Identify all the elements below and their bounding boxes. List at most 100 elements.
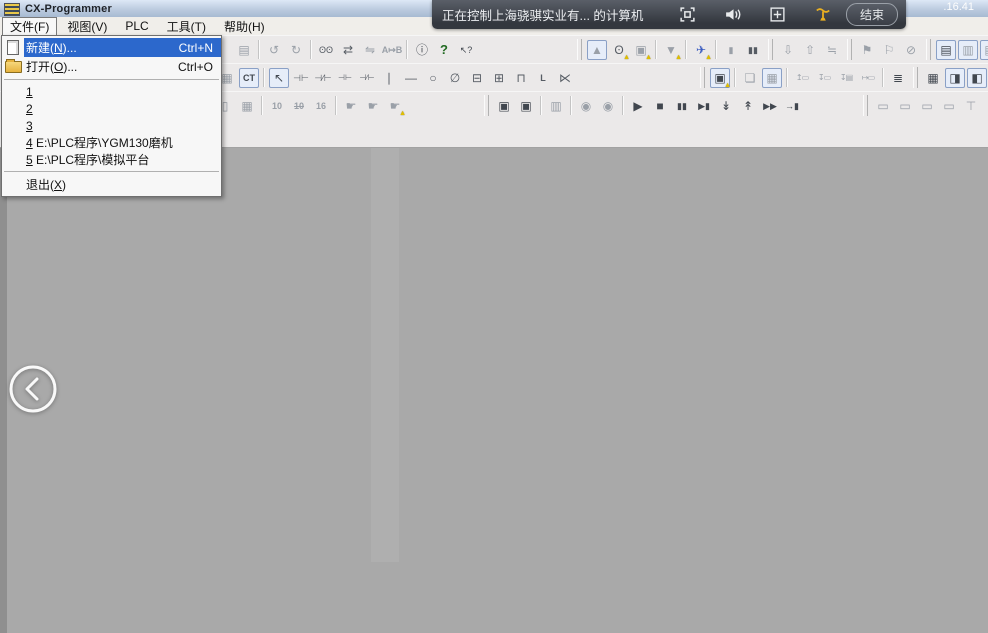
print-icon[interactable]: ▤ (234, 40, 254, 60)
transfer-to-plc-icon[interactable]: ⇩ (778, 40, 798, 60)
undo-icon[interactable]: ↺ (264, 40, 284, 60)
find-replace-icon[interactable]: ⇄ (338, 40, 358, 60)
toolbar-group: ▭▭▭▭⊤⊣ (859, 95, 988, 116)
menubar-item-tools[interactable]: 工具(T) (159, 17, 214, 36)
simulator-pause-icon[interactable]: ▮▮ (672, 96, 692, 116)
new-closed-instruction-icon[interactable]: ⊞ (489, 68, 509, 88)
sfc-element-6-icon[interactable]: ⊣ (983, 96, 988, 116)
menubar-item-view[interactable]: 视图(V) (59, 17, 115, 36)
symbol-table-icon[interactable]: ≣ (888, 68, 908, 88)
simulator-run-icon[interactable]: ▶ (628, 96, 648, 116)
find-icon[interactable]: ʘʘ (316, 40, 336, 60)
new-or-contact-icon[interactable]: ⊣⊢ (335, 68, 355, 88)
context-help-icon[interactable]: ↖? (456, 40, 476, 60)
toggle-output-window-icon[interactable]: ◨ (945, 68, 965, 88)
toggle-project-window-icon[interactable]: ▦ (923, 68, 943, 88)
continuous-step-icon[interactable]: ▶▶ (760, 96, 780, 116)
about-icon[interactable]: ⓘ (412, 40, 432, 60)
monitor-mode-icon[interactable]: ▮ (721, 40, 741, 60)
file-menu-item-exit[interactable]: 退出(X) (2, 175, 221, 194)
run-mode-icon[interactable]: ✈ (691, 40, 711, 60)
work-online-icon[interactable]: ▲ (587, 40, 607, 60)
monitor-decimal-icon[interactable]: 10 (267, 96, 287, 116)
new-instruction-icon[interactable]: ⊟ (467, 68, 487, 88)
transfer-icon[interactable] (769, 6, 787, 24)
toolbar-group: ▣ (696, 67, 731, 88)
force-cancel-icon[interactable]: ⊘ (901, 40, 921, 60)
transfer-from-plc-icon[interactable]: ⇧ (800, 40, 820, 60)
help-icon[interactable]: ? (434, 40, 454, 60)
delete-row-icon[interactable]: ↧▭ (814, 68, 834, 88)
auto-online-icon[interactable]: ʘ (609, 40, 629, 60)
plc-memory-icon[interactable]: ▥ (958, 40, 978, 60)
monitor-signed-decimal-icon[interactable]: 10 (289, 96, 309, 116)
pause-mode-icon[interactable]: ▮▮ (743, 40, 763, 60)
new-or-closed-contact-icon[interactable]: ⊣∕⊢ (357, 68, 377, 88)
new-vertical-line-icon[interactable]: ∣ (379, 68, 399, 88)
force-cancel-bits-icon[interactable]: ☛ (385, 96, 405, 116)
step-out-icon[interactable]: ↟ (738, 96, 758, 116)
speaker-icon[interactable] (724, 6, 742, 24)
redo-icon[interactable]: ↻ (286, 40, 306, 60)
file-menu-item-recent-2[interactable]: 2 (2, 100, 221, 117)
sfc-element-3-icon[interactable]: ▭ (917, 96, 937, 116)
view-diagram-icon[interactable]: CT (239, 68, 259, 88)
delete-rung-icon[interactable]: ↦▭ (858, 68, 878, 88)
replace-all-icon[interactable]: ⇋ (360, 40, 380, 60)
tools-icon[interactable] (814, 6, 832, 24)
simulator-stop-icon[interactable]: ■ (650, 96, 670, 116)
new-coil-icon[interactable]: ○ (423, 68, 443, 88)
transfer-program-icon[interactable]: ▣ (710, 68, 730, 88)
monitor-icon[interactable]: ▣ (631, 40, 651, 60)
menubar-item-plc[interactable]: PLC (117, 18, 156, 34)
new-closed-contact-icon[interactable]: ⊣∕⊢ (313, 68, 333, 88)
new-timer-counter-icon[interactable]: ⊓ (511, 68, 531, 88)
insert-rung-icon[interactable]: ↧▤ (836, 68, 856, 88)
sfc-element-5-icon[interactable]: ⊤ (961, 96, 981, 116)
sfc-element-4-icon[interactable]: ▭ (939, 96, 959, 116)
force-on-icon[interactable]: ⚑ (857, 40, 877, 60)
plc-settings-icon[interactable]: ▤ (980, 40, 988, 60)
compile-program-icon[interactable]: ❏ (740, 68, 760, 88)
rung-comment-view-icon[interactable]: ▦ (237, 96, 257, 116)
invert-selection-icon[interactable]: ⋉ (555, 68, 575, 88)
force-reset-bit-icon[interactable]: ☛ (363, 96, 383, 116)
io-table-icon[interactable]: ▤ (936, 40, 956, 60)
file-menu-item-recent-3[interactable]: 3 (2, 117, 221, 134)
memory-view-icon[interactable]: ▥ (546, 96, 566, 116)
new-branch-icon[interactable]: L (533, 68, 553, 88)
new-contact-icon[interactable]: ⊣⊢ (291, 68, 311, 88)
cross-reference-icon[interactable]: ▦ (762, 68, 782, 88)
menu-item-shortcut: Ctrl+N (179, 41, 213, 55)
file-menu-item-recent-1[interactable]: 1 (2, 83, 221, 100)
cycle-time-icon[interactable]: ◉ (576, 96, 596, 116)
file-menu-item-recent-5[interactable]: 5 E:\PLC程序\模拟平台 (2, 151, 221, 168)
new-closed-coil-icon[interactable]: ∅ (445, 68, 465, 88)
file-menu-item-recent-4[interactable]: 4 E:\PLC程序\YGM130磨机 (2, 134, 221, 151)
file-menu-item-new[interactable]: 新建(N)...Ctrl+N (2, 38, 221, 57)
step-in-icon[interactable]: ↡ (716, 96, 736, 116)
compare-with-plc-icon[interactable]: ≒ (822, 40, 842, 60)
watch-window-icon[interactable]: ▣ (494, 96, 514, 116)
differential-monitor-icon[interactable]: ◉ (598, 96, 618, 116)
force-set-bit-icon[interactable]: ☛ (341, 96, 361, 116)
fullscreen-icon[interactable] (679, 6, 697, 24)
back-button-overlay[interactable] (7, 363, 59, 415)
sfc-element-2-icon[interactable]: ▭ (895, 96, 915, 116)
select-tool-icon[interactable]: ↖ (269, 68, 289, 88)
watch-sheet-icon[interactable]: ▣ (516, 96, 536, 116)
file-menu-item-open[interactable]: 打开(O)...Ctrl+O (2, 57, 221, 76)
force-off-icon[interactable]: ⚐ (879, 40, 899, 60)
new-horizontal-line-icon[interactable]: — (401, 68, 421, 88)
program-mode-icon[interactable]: ▼ (661, 40, 681, 60)
monitor-hex-icon[interactable]: 16 (311, 96, 331, 116)
toggle-watch-window-icon[interactable]: ◧ (967, 68, 987, 88)
replace-ab-icon[interactable]: A↦B (382, 40, 402, 60)
sfc-element-1-icon[interactable]: ▭ (873, 96, 893, 116)
end-session-button[interactable]: 结束 (846, 3, 898, 26)
menubar-item-file[interactable]: 文件(F) (2, 17, 57, 36)
run-to-break-icon[interactable]: →▮ (782, 96, 802, 116)
insert-row-above-icon[interactable]: ↥▭ (792, 68, 812, 88)
menubar-item-help[interactable]: 帮助(H) (216, 17, 273, 36)
step-run-icon[interactable]: ▶▮ (694, 96, 714, 116)
